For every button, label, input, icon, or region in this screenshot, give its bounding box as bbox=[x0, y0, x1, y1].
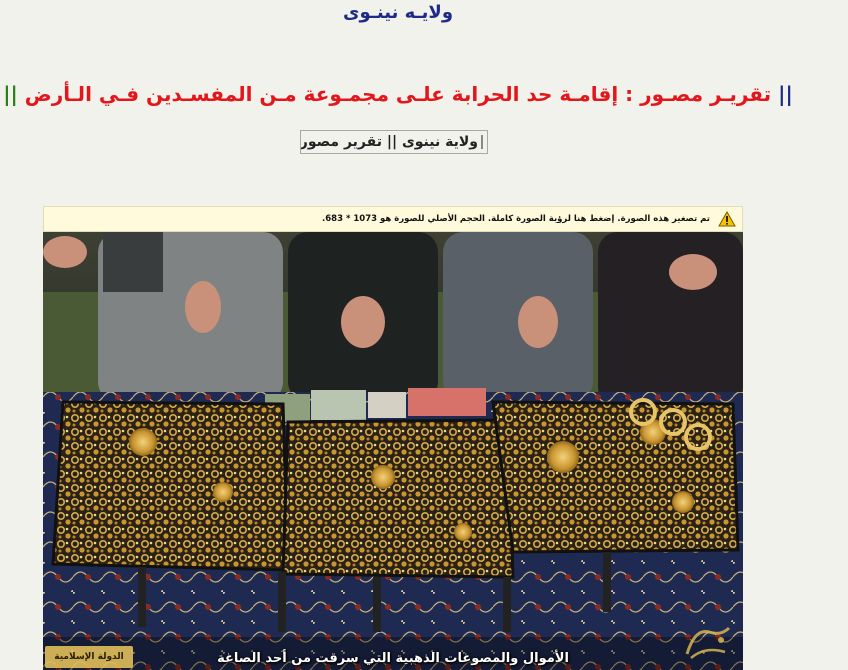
photo-illustration bbox=[43, 232, 743, 670]
headline-text: تقريـر مصـور : إقامـة حد الحرابة علـى مج… bbox=[24, 82, 772, 106]
photo-caption: الأموال والمصوغات الذهبية التي سرقت من أ… bbox=[217, 651, 569, 666]
headline-bars-left: || bbox=[3, 82, 18, 106]
article-headline: || تقريـر مصـور : إقامـة حد الحرابة علـى… bbox=[0, 82, 796, 106]
image-resize-notice[interactable]: تم تصغير هذه الصورة. إضغط هنا لرؤية الصو… bbox=[43, 206, 743, 232]
warning-icon bbox=[718, 211, 736, 227]
headline-bars-right: || bbox=[778, 82, 793, 106]
broken-image-icon bbox=[481, 135, 483, 149]
broken-image-placeholder[interactable]: ولاية نينوى || تقرير مصور bbox=[300, 130, 488, 154]
site-title: ولايـه نينـوى bbox=[342, 2, 454, 23]
image-resize-notice-text: تم تصغير هذه الصورة. إضغط هنا لرؤية الصو… bbox=[322, 214, 710, 224]
article-photo[interactable]: الدولة الإسلامية الأموال والمصوغات الذهب… bbox=[43, 232, 743, 670]
broken-image-alt-text: ولاية نينوى || تقرير مصور bbox=[300, 134, 478, 150]
